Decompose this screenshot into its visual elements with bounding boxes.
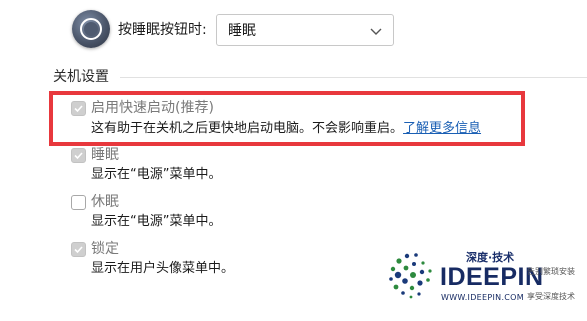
checkmark-icon — [74, 152, 83, 160]
dropdown-selected-value: 睡眠 — [228, 23, 256, 39]
ideepin-logo-icon — [389, 253, 432, 299]
lock-option-label[interactable]: 锁定 — [91, 240, 119, 258]
lock-option-description: 显示在用户头像菜单中。 — [91, 261, 235, 276]
hibernate-checkbox[interactable] — [71, 195, 86, 210]
sleep-option-description: 显示在“电源”菜单中。 — [91, 167, 222, 182]
sleep-power-icon — [72, 10, 110, 48]
checkmark-icon — [74, 246, 83, 254]
hibernate-option-label[interactable]: 休眠 — [91, 193, 119, 211]
highlight-box — [49, 91, 525, 146]
hibernate-option-description: 显示在“电源”菜单中。 — [91, 214, 222, 229]
watermark-slogan-2: 享受深度技术 — [527, 292, 575, 301]
chevron-down-icon — [370, 28, 382, 35]
lock-checkbox[interactable] — [71, 242, 86, 257]
shutdown-settings-title: 关机设置 — [53, 69, 109, 85]
sleep-checkbox[interactable] — [71, 148, 86, 163]
watermark-url: WWW.IDEEPIN.COM — [441, 293, 524, 302]
sleep-button-action-dropdown[interactable]: 睡眠 — [216, 14, 394, 46]
sleep-option-label[interactable]: 睡眠 — [91, 146, 119, 164]
section-divider — [120, 77, 587, 78]
sleep-button-label: 按睡眠按钮时: — [118, 22, 207, 38]
watermark-slogan-1: 告别繁琐安装 — [527, 267, 575, 276]
